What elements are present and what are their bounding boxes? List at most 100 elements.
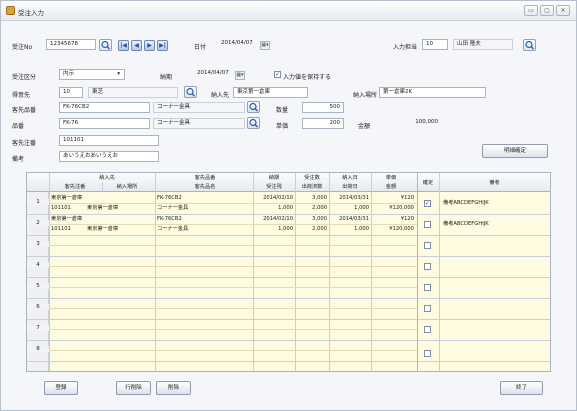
qty-input[interactable]: 500 <box>302 102 344 113</box>
row-number-column <box>27 192 49 371</box>
header-delivery-dest: 納入先 <box>99 175 115 181</box>
delete-button[interactable]: 削除 <box>156 381 191 395</box>
row1-date[interactable]: 2014/02/10 <box>253 194 293 202</box>
keep-input-checkbox[interactable]: ✓ <box>274 71 281 78</box>
header-ship-qty: 出荷済数 <box>301 184 323 190</box>
delivery-date-field[interactable]: 2014/04/07 <box>194 69 234 80</box>
row1-confirmed-checkbox[interactable]: ✓ <box>424 200 431 207</box>
row1-delivery-day[interactable]: 2014/03/31 <box>329 194 369 202</box>
exit-button[interactable]: 終了 <box>500 381 543 395</box>
unit-price-input[interactable]: 200 <box>302 118 344 129</box>
row3-confirmed-checkbox[interactable] <box>424 242 431 249</box>
qty-label: 数量 <box>276 107 289 114</box>
remarks-input[interactable]: あいうえおあいうえお <box>59 151 159 162</box>
row1-amount[interactable]: ¥120,000 <box>371 204 414 212</box>
row2-ship-qty[interactable]: 2,000 <box>295 225 327 233</box>
row2-ship-day[interactable]: 1,000 <box>329 225 369 233</box>
delivery-place-input[interactable]: 第一倉庫2K <box>379 87 486 98</box>
row8-confirmed-checkbox[interactable] <box>424 350 431 357</box>
prev-record-button[interactable]: ◀ <box>131 40 142 51</box>
part-label: 品番 <box>12 123 25 130</box>
order-no-input[interactable]: 12345678 <box>46 39 96 50</box>
date-field[interactable]: 2014/04/07 <box>218 39 258 50</box>
header-order-qty: 受注数 <box>304 175 320 181</box>
part-name: コーナー金具 <box>153 118 245 129</box>
delivery-dest-input[interactable]: 東京第一倉庫 <box>233 87 308 98</box>
customer-search-button[interactable] <box>184 86 197 98</box>
row1-dest[interactable]: 東京第一倉庫 <box>51 194 82 202</box>
last-record-icon: ▶| <box>159 42 166 49</box>
minimize-button[interactable]: ▭ <box>524 5 538 16</box>
row-delete-button[interactable]: 行削除 <box>116 381 151 395</box>
register-button[interactable]: 登録 <box>44 381 78 395</box>
row2-amount[interactable]: ¥120,000 <box>371 225 414 233</box>
row-number: 7 <box>27 325 49 331</box>
row7-confirmed-checkbox[interactable] <box>424 326 431 333</box>
part-search-button[interactable] <box>247 117 260 129</box>
row1-remain[interactable]: 1,000 <box>253 204 293 212</box>
search-icon <box>101 40 110 50</box>
row2-order-qty[interactable]: 3,000 <box>295 215 327 223</box>
keep-input-label: 入力値を保持する <box>283 74 332 81</box>
header-cust-order-no: 客先注番 <box>64 184 86 190</box>
row2-dest[interactable]: 東京第一倉庫 <box>51 215 82 223</box>
next-record-icon: ▶ <box>147 42 152 49</box>
close-button[interactable]: ✕ <box>556 5 570 16</box>
row1-ship-day[interactable]: 1,000 <box>329 204 369 212</box>
check-icon: ✓ <box>275 71 281 78</box>
entry-person-code-input[interactable]: 10 <box>422 39 448 50</box>
row4-confirmed-checkbox[interactable] <box>424 263 431 270</box>
search-icon <box>525 40 534 50</box>
customer-code-input[interactable]: 10 <box>59 87 83 98</box>
header-unit-price: 単価 <box>385 175 397 181</box>
date-picker-button[interactable]: ▦▾ <box>260 41 270 50</box>
part-input[interactable]: FK-76 <box>59 118 150 129</box>
row2-confirmed-checkbox[interactable] <box>424 221 431 228</box>
order-search-button[interactable] <box>99 39 112 51</box>
header-remarks: 備考 <box>489 180 500 186</box>
row2-date[interactable]: 2014/02/10 <box>253 215 293 223</box>
row1-cust-part[interactable]: FK-76CB2 <box>157 194 182 202</box>
row1-order-qty[interactable]: 3,000 <box>295 194 327 202</box>
order-type-select[interactable]: 内示 ▾ <box>59 69 125 80</box>
row1-cust-order-no[interactable]: 101101 <box>51 204 71 212</box>
chevron-down-icon: ▾ <box>117 71 120 77</box>
prev-record-icon: ◀ <box>134 42 139 49</box>
row1-remarks[interactable]: 備考ABCDEFGHIJK <box>443 199 489 207</box>
next-record-button[interactable]: ▶ <box>144 40 155 51</box>
header-amount: 金額 <box>385 184 397 190</box>
header-ship-day: 出荷日 <box>342 184 358 190</box>
row2-remain[interactable]: 1,000 <box>253 225 293 233</box>
row1-place[interactable]: 東京第一倉庫 <box>87 204 118 212</box>
maximize-button[interactable]: ▢ <box>540 5 554 16</box>
row2-remarks[interactable]: 備考ABCDEFGHIJK <box>443 220 489 228</box>
calendar-dropdown-icon: ▦▾ <box>261 42 269 48</box>
entry-person-name: 山田 隆夫 <box>453 39 513 50</box>
row2-cust-part-name[interactable]: コーナー金具 <box>157 225 188 233</box>
row5-confirmed-checkbox[interactable] <box>424 284 431 291</box>
row1-cust-part-name[interactable]: コーナー金具 <box>157 204 188 212</box>
cust-order-no-input[interactable]: 101101 <box>59 135 159 146</box>
row-number: 2 <box>27 220 49 226</box>
row1-ship-qty[interactable]: 2,000 <box>295 204 327 212</box>
row2-cust-order-no[interactable]: 101101 <box>51 225 71 233</box>
row6-confirmed-checkbox[interactable] <box>424 305 431 312</box>
person-search-button[interactable] <box>523 39 536 51</box>
last-record-button[interactable]: ▶| <box>157 40 168 51</box>
row2-place[interactable]: 東京第一倉庫 <box>87 225 118 233</box>
row1-price[interactable]: ¥120 <box>371 194 414 202</box>
cust-part-input[interactable]: FK-76CB2 <box>59 102 150 113</box>
delivery-date-picker-button[interactable]: ▦▾ <box>235 71 245 80</box>
row2-cust-part[interactable]: FK-76CB2 <box>157 215 182 223</box>
first-record-button[interactable]: |◀ <box>118 40 129 51</box>
remarks-label: 備考 <box>12 156 25 163</box>
confirm-detail-button[interactable]: 明細確定 <box>482 144 548 158</box>
cust-part-search-button[interactable] <box>247 101 260 113</box>
first-record-icon: |◀ <box>120 42 127 49</box>
row2-delivery-day[interactable]: 2014/03/31 <box>329 215 369 223</box>
row2-price[interactable]: ¥120 <box>371 215 414 223</box>
check-icon: ✓ <box>425 200 431 207</box>
search-icon <box>249 118 258 128</box>
row-number: 1 <box>27 199 49 205</box>
amount-value: 100,000 <box>415 119 438 125</box>
